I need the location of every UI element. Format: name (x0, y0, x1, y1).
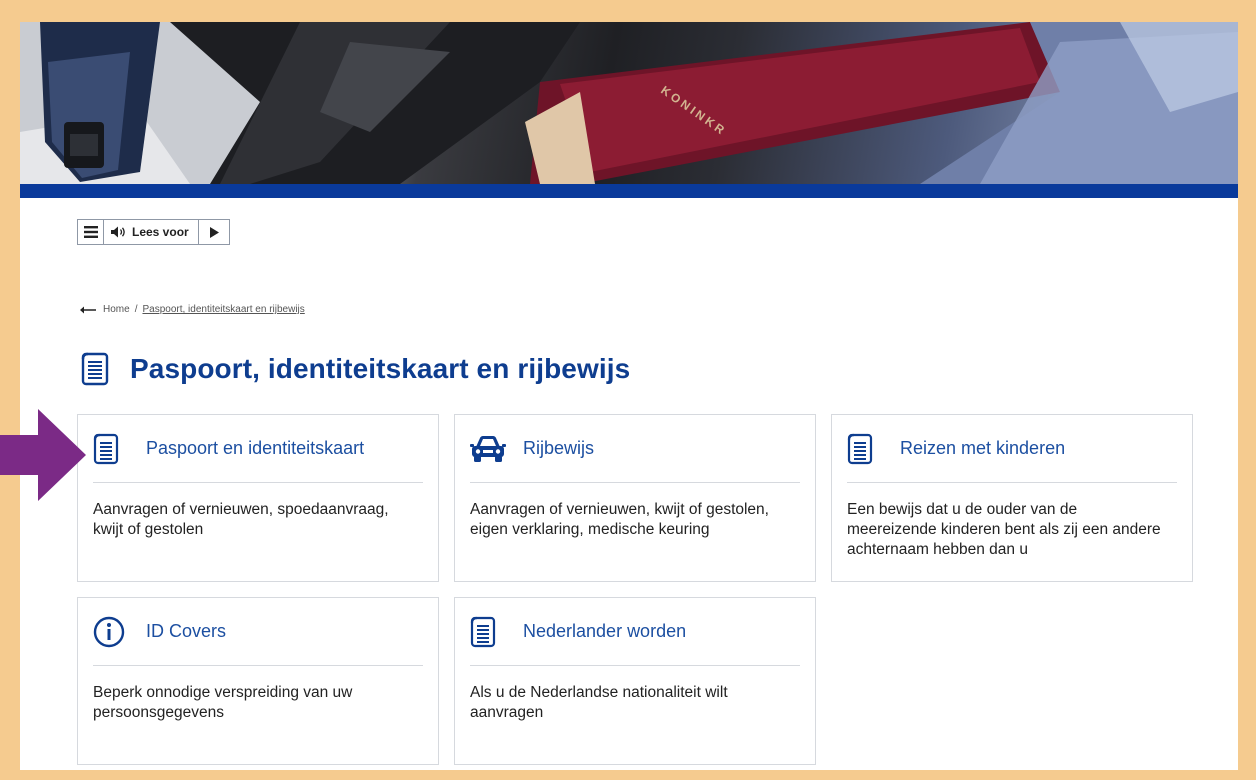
card-header: ID Covers (93, 598, 423, 666)
document-icon (93, 433, 119, 464)
arrow-left-icon[interactable] (80, 306, 96, 314)
card-title[interactable]: Reizen met kinderen (900, 438, 1065, 459)
hamburger-icon (83, 226, 98, 238)
card-id-covers[interactable]: ID Covers Beperk onnodige verspreiding v… (77, 597, 439, 765)
card-header: Nederlander worden (470, 598, 800, 666)
info-icon (93, 616, 125, 647)
card-description: Een bewijs dat u de ouder van de meereiz… (847, 501, 1161, 558)
card-header: Paspoort en identiteitskaart (93, 415, 423, 483)
card-description: Beperk onnodige verspreiding van uw pers… (93, 684, 353, 721)
page-frame: KONINKR Lees voor Home / Paspoort, ident… (20, 22, 1238, 770)
arrow-right-icon (0, 409, 86, 501)
brand-bar (20, 184, 1238, 198)
card-rijbewijs[interactable]: Rijbewijs Aanvragen of vernieuwen, kwijt… (454, 414, 816, 582)
play-button[interactable] (199, 220, 229, 244)
speaker-icon (111, 226, 125, 238)
card-description: Aanvragen of vernieuwen, spoedaanvraag, … (93, 501, 389, 538)
card-title[interactable]: ID Covers (146, 621, 226, 642)
hero-image: KONINKR (20, 22, 1238, 184)
breadcrumb-separator: / (134, 304, 138, 315)
card-header: Reizen met kinderen (847, 415, 1177, 483)
page-header: Paspoort, identiteitskaart en rijbewijs (80, 352, 630, 386)
card-description: Als u de Nederlandse nationaliteit wilt … (470, 684, 728, 721)
breadcrumb: Home / Paspoort, identiteitskaart en rij… (80, 304, 305, 315)
lees-voor-button[interactable]: Lees voor (104, 220, 199, 244)
hero-photo-passport: KONINKR (20, 22, 1238, 184)
card-nederlander-worden[interactable]: Nederlander worden Als u de Nederlandse … (454, 597, 816, 765)
document-icon (470, 616, 496, 647)
document-icon (847, 433, 873, 464)
breadcrumb-current[interactable]: Paspoort, identiteitskaart en rijbewijs (142, 304, 304, 315)
card-description: Aanvragen of vernieuwen, kwijt of gestol… (470, 501, 769, 538)
lees-voor-label: Lees voor (132, 225, 189, 239)
read-aloud-toolbar: Lees voor (77, 219, 230, 245)
card-paspoort[interactable]: Paspoort en identiteitskaart Aanvragen o… (77, 414, 439, 582)
car-icon (470, 435, 506, 462)
card-header: Rijbewijs (470, 415, 800, 483)
card-reizen-met-kinderen[interactable]: Reizen met kinderen Een bewijs dat u de … (831, 414, 1193, 582)
document-icon (81, 352, 109, 386)
card-title[interactable]: Rijbewijs (523, 438, 594, 459)
breadcrumb-home[interactable]: Home (103, 304, 130, 315)
page-title: Paspoort, identiteitskaart en rijbewijs (130, 353, 631, 384)
card-title[interactable]: Paspoort en identiteitskaart (146, 438, 364, 459)
play-icon (209, 226, 219, 238)
card-title[interactable]: Nederlander worden (523, 621, 686, 642)
reader-menu-button[interactable] (78, 220, 104, 244)
